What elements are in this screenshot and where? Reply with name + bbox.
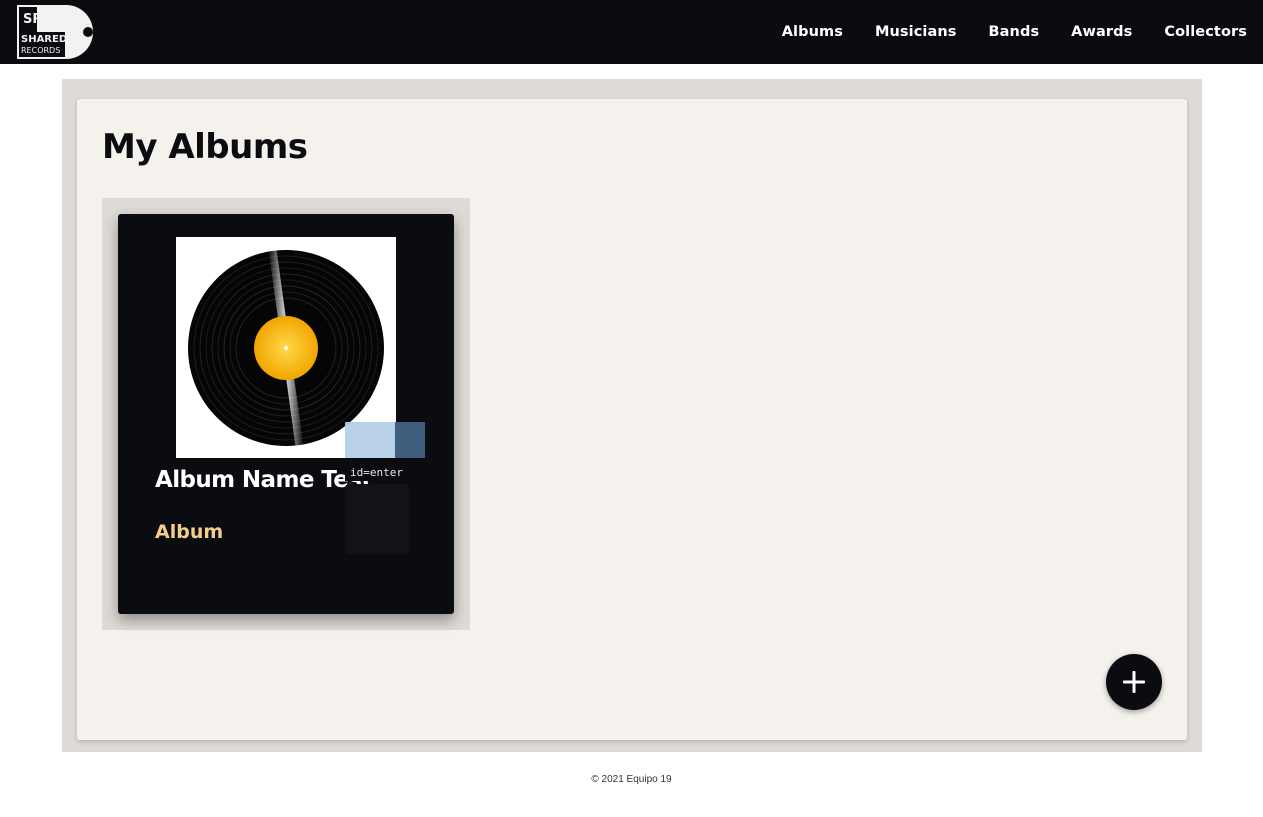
nav-bands[interactable]: Bands <box>989 24 1040 40</box>
highlight-right <box>395 422 425 458</box>
navbar: SR SHARED RECORDS Albums Musicians Bands… <box>0 0 1263 64</box>
page-title: My Albums <box>102 127 308 167</box>
main-nav: Albums Musicians Bands Awards Collectors <box>750 0 1247 64</box>
enter-button-highlight[interactable] <box>345 422 425 458</box>
content-area: My Albums Album Name Test Album id=enter <box>62 79 1202 752</box>
plus-icon <box>1123 671 1145 693</box>
album-type: Album <box>155 521 224 543</box>
add-album-button[interactable] <box>1106 654 1162 710</box>
logo-initials: SR <box>23 12 42 27</box>
nav-albums[interactable]: Albums <box>782 24 843 40</box>
logo-line1: SHARED <box>21 34 67 45</box>
album-name: Album Name Test <box>155 467 372 493</box>
album-card-container: Album Name Test Album id=enter <box>102 198 470 630</box>
enter-button[interactable] <box>345 484 409 554</box>
footer: © 2021 Equipo 19 <box>0 774 1263 785</box>
nav-musicians[interactable]: Musicians <box>875 24 957 40</box>
footer-copyright: © 2021 Equipo 19 <box>591 774 672 785</box>
brand-logo[interactable]: SR SHARED RECORDS <box>16 4 99 60</box>
logo-line2: RECORDS <box>21 46 60 55</box>
element-id-label: id=enter <box>345 464 408 481</box>
nav-collectors[interactable]: Collectors <box>1164 24 1247 40</box>
album-card[interactable]: Album Name Test Album id=enter <box>118 214 454 614</box>
albums-panel: My Albums Album Name Test Album id=enter <box>77 99 1187 740</box>
highlight-left <box>345 422 395 458</box>
nav-awards[interactable]: Awards <box>1071 24 1132 40</box>
